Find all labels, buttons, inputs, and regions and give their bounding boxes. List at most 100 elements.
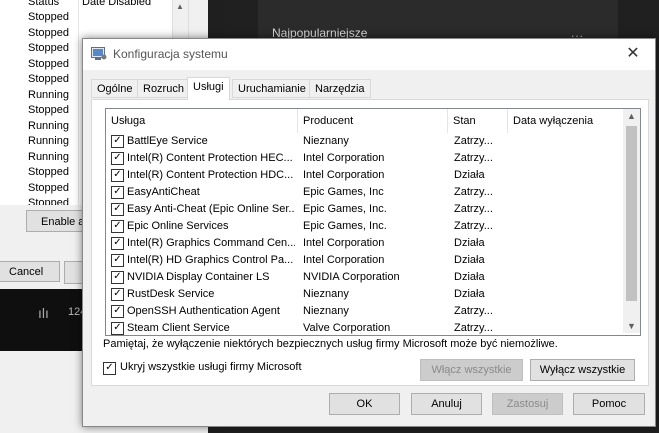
service-checkbox[interactable]: ✓ — [111, 186, 124, 199]
dialog-title: Konfiguracja systemu — [113, 47, 228, 61]
tab-tools[interactable]: Narzędzia — [309, 79, 371, 98]
service-state: Zatrzy... — [454, 305, 493, 317]
service-vendor: Nieznany — [303, 288, 349, 300]
service-row[interactable]: ✓ Epic Online Services Epic Games, Inc. Zat… — [106, 218, 622, 235]
background-column-divider — [78, 0, 79, 205]
background-status-cell: Running — [28, 119, 69, 132]
service-checkbox[interactable]: ✓ — [111, 169, 124, 182]
services-tab-panel: Usługa Producent Stan Data wyłączenia ✓ B… — [91, 99, 649, 386]
enable-all-button[interactable]: Włącz wszystkie — [420, 359, 523, 381]
service-row[interactable]: ✓ Steam Client Service Valve Corporation Za… — [106, 320, 622, 335]
service-checkbox[interactable]: ✓ — [111, 322, 124, 335]
service-vendor: Nieznany — [303, 305, 349, 317]
system-configuration-icon — [91, 47, 107, 60]
service-row[interactable]: ✓ Easy Anti-Cheat (Epic Online Ser... Epic… — [106, 201, 622, 218]
ok-button[interactable]: OK — [329, 393, 400, 415]
service-row[interactable]: ✓ BattlEye Service Nieznany Zatrzy... — [106, 133, 622, 150]
scroll-thumb[interactable] — [626, 126, 637, 301]
service-name: Easy Anti-Cheat (Epic Online Ser... — [127, 203, 295, 215]
hide-microsoft-services-checkbox[interactable]: ✓ — [103, 362, 116, 375]
microsoft-services-notice: Pamiętaj, że wyłączenie niektórych bezpi… — [103, 338, 558, 350]
service-checkbox[interactable]: ✓ — [111, 271, 124, 284]
service-name: RustDesk Service — [127, 288, 215, 300]
service-row[interactable]: ✓ EasyAntiCheat Epic Games, Inc Zatrzy... — [106, 184, 622, 201]
bar-chart-icon: ılı — [38, 305, 49, 321]
column-header-disabled-date[interactable]: Data wyłączenia — [508, 109, 622, 133]
service-vendor: Epic Games, Inc. — [303, 220, 387, 232]
scroll-up-arrow-icon[interactable]: ▲ — [176, 2, 184, 11]
background-status-cell: Stopped — [28, 11, 69, 23]
service-name: BattlEye Service — [127, 135, 208, 147]
background-status-cell: Stopped — [28, 104, 69, 116]
background-column-status: Status — [28, 0, 60, 8]
service-checkbox[interactable]: ✓ — [111, 254, 124, 267]
column-header-state[interactable]: Stan — [448, 109, 508, 133]
apply-button[interactable]: Zastosuj — [492, 393, 563, 415]
service-row[interactable]: ✓ Intel(R) HD Graphics Control Pa... Intel… — [106, 252, 622, 269]
tab-boot[interactable]: Rozruch — [137, 79, 190, 98]
service-state: Działa — [454, 237, 485, 249]
service-checkbox[interactable]: ✓ — [111, 220, 124, 233]
disable-all-button[interactable]: Wyłącz wszystkie — [530, 359, 635, 381]
service-state: Zatrzy... — [454, 186, 493, 198]
tab-general[interactable]: Ogólne — [91, 79, 139, 98]
service-vendor: Nieznany — [303, 135, 349, 147]
hide-microsoft-services-label[interactable]: Ukryj wszystkie usługi firmy Microsoft — [120, 361, 302, 373]
background-status-cell: Stopped — [28, 181, 69, 194]
background-cancel-button[interactable]: Cancel — [0, 261, 60, 282]
service-name: Epic Online Services — [127, 220, 229, 232]
scroll-up-arrow-icon[interactable]: ▲ — [627, 111, 636, 121]
scroll-down-arrow-icon[interactable]: ▼ — [627, 321, 636, 331]
service-state: Działa — [454, 271, 485, 283]
service-state: Działa — [454, 169, 485, 181]
service-checkbox[interactable]: ✓ — [111, 135, 124, 148]
service-vendor: Intel Corporation — [303, 254, 385, 266]
service-row[interactable]: ✓ Intel(R) Graphics Command Cen... Intel C… — [106, 235, 622, 252]
title-bar[interactable]: Konfiguracja systemu ✕ — [83, 39, 655, 70]
background-status-cell: Running — [28, 88, 69, 101]
background-status-cell: Running — [28, 150, 69, 163]
close-icon[interactable]: ✕ — [611, 39, 655, 70]
service-name: Intel(R) Content Protection HEC... — [127, 152, 293, 164]
background-status-cell: Stopped — [28, 42, 69, 54]
service-name: Steam Client Service — [127, 322, 230, 334]
service-checkbox[interactable]: ✓ — [111, 237, 124, 250]
service-row[interactable]: ✓ Intel(R) Content Protection HEC... Intel… — [106, 150, 622, 167]
service-name: EasyAntiCheat — [127, 186, 200, 198]
service-checkbox[interactable]: ✓ — [111, 305, 124, 318]
cancel-button[interactable]: Anuluj — [411, 393, 482, 415]
service-state: Zatrzy... — [454, 220, 493, 232]
background-status-cell: Stopped — [28, 26, 69, 39]
background-status-cell: Stopped — [28, 197, 69, 205]
tab-services[interactable]: Usługi — [187, 77, 230, 100]
service-checkbox[interactable]: ✓ — [111, 203, 124, 216]
background-column-date: Date Disabled — [82, 0, 152, 8]
background-status-cell: Stopped — [28, 73, 69, 85]
service-name: Intel(R) Graphics Command Cen... — [127, 237, 295, 249]
background-status-cell: Running — [28, 135, 69, 147]
service-row[interactable]: ✓ Intel(R) Content Protection HDC... Intel… — [106, 167, 622, 184]
service-row[interactable]: ✓ OpenSSH Authentication Agent Nieznany Zat… — [106, 303, 622, 320]
tab-startup[interactable]: Uruchamianie — [232, 79, 312, 98]
service-state: Zatrzy... — [454, 152, 493, 164]
column-header-vendor[interactable]: Producent — [298, 109, 448, 133]
service-vendor: Epic Games, Inc. — [303, 203, 387, 215]
service-name: NVIDIA Display Container LS — [127, 271, 270, 283]
help-button[interactable]: Pomoc — [573, 393, 645, 415]
service-vendor: Intel Corporation — [303, 237, 385, 249]
service-row[interactable]: ✓ NVIDIA Display Container LS NVIDIA Corpo… — [106, 269, 622, 286]
service-name: Intel(R) HD Graphics Control Pa... — [127, 254, 294, 266]
column-header-service[interactable]: Usługa — [106, 109, 298, 133]
background-status-cell: Stopped — [28, 166, 69, 178]
service-state: Działa — [454, 288, 485, 300]
service-vendor: Intel Corporation — [303, 169, 385, 181]
service-vendor: Intel Corporation — [303, 152, 385, 164]
service-checkbox[interactable]: ✓ — [111, 288, 124, 301]
service-checkbox[interactable]: ✓ — [111, 152, 124, 165]
background-status-cell: Stopped — [28, 57, 69, 70]
service-row[interactable]: ✓ RustDesk Service Nieznany Działa — [106, 286, 622, 303]
service-vendor: Epic Games, Inc — [303, 186, 384, 198]
service-vendor: NVIDIA Corporation — [303, 271, 400, 283]
services-scrollbar[interactable]: ▲ ▼ — [623, 109, 640, 333]
service-state: Zatrzy... — [454, 322, 493, 334]
